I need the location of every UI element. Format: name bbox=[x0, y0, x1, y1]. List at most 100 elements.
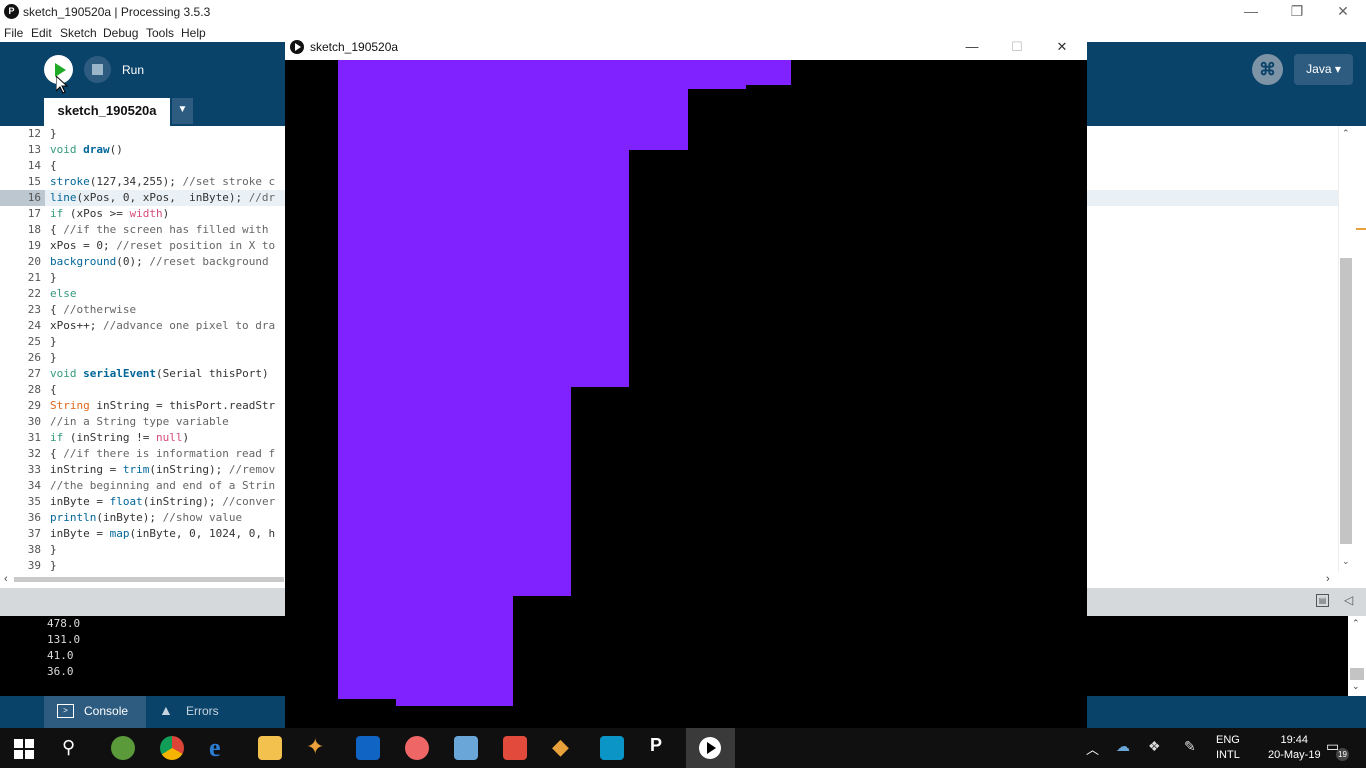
clock-date: 20-May-19 bbox=[1268, 749, 1321, 761]
sketch-title: sketch_190520a bbox=[310, 40, 399, 54]
code-line: inByte = map(inByte, 0, 1024, 0, h bbox=[50, 527, 276, 540]
console-line: 478.0 bbox=[47, 617, 81, 630]
code-line: //in a String type variable bbox=[50, 415, 229, 428]
outlook-icon[interactable] bbox=[356, 736, 380, 760]
line-number: 27 bbox=[27, 367, 41, 380]
menu-tools[interactable]: Tools bbox=[146, 26, 174, 40]
lang-bottom: INTL bbox=[1216, 749, 1240, 761]
line-number: 21 bbox=[27, 271, 41, 284]
scroll-up-icon[interactable]: ⌃ bbox=[1342, 128, 1350, 139]
tab-menu-button[interactable]: ▼ bbox=[172, 98, 193, 124]
lang-top: ENG bbox=[1216, 734, 1240, 746]
menu-help[interactable]: Help bbox=[181, 26, 206, 40]
editor-scroll-thumb[interactable] bbox=[1340, 258, 1352, 544]
code-line: void draw() bbox=[50, 143, 123, 156]
tab-errors-label: Errors bbox=[186, 704, 219, 718]
processing-taskbar-icon[interactable]: P bbox=[650, 735, 662, 756]
tab-sketch[interactable]: sketch_190520a bbox=[44, 98, 170, 126]
windows-start-icon[interactable] bbox=[14, 739, 34, 759]
line-number: 28 bbox=[27, 383, 41, 396]
line-number: 12 bbox=[27, 127, 41, 140]
code-line: stroke(127,34,255); //set stroke c bbox=[50, 175, 276, 188]
close-button[interactable]: ✕ bbox=[1320, 0, 1366, 24]
code-line: } bbox=[50, 335, 57, 348]
mode-selector[interactable]: Java ▾ bbox=[1294, 54, 1353, 85]
line-number: 30 bbox=[27, 415, 41, 428]
processing-logo-icon: P bbox=[4, 4, 19, 19]
console-scroll-down-icon[interactable]: ⌄ bbox=[1352, 681, 1360, 692]
restore-button[interactable]: ❐ bbox=[1274, 0, 1320, 24]
line-number: 20 bbox=[27, 255, 41, 268]
editor-hscroll-thumb[interactable] bbox=[14, 577, 284, 582]
code-line: } bbox=[50, 543, 57, 556]
app-bird-icon[interactable]: ✦ bbox=[306, 734, 324, 760]
code-line: } bbox=[50, 351, 57, 364]
sketch-run-taskbar-play bbox=[707, 742, 716, 754]
sketch-maximize-button[interactable]: ☐ bbox=[995, 36, 1039, 60]
clock[interactable]: 19:44 20-May-19 bbox=[1268, 733, 1321, 763]
play-icon bbox=[55, 63, 66, 77]
scroll-down-icon[interactable]: ⌄ bbox=[1342, 556, 1350, 567]
stop-button[interactable] bbox=[84, 56, 111, 83]
menu-debug[interactable]: Debug bbox=[103, 26, 138, 40]
app-globe-icon[interactable] bbox=[111, 736, 135, 760]
console-line: 131.0 bbox=[47, 633, 81, 646]
plotted-signal-area bbox=[338, 60, 791, 706]
minimize-button[interactable]: — bbox=[1228, 0, 1274, 24]
error-marker bbox=[1356, 228, 1366, 230]
dropbox-icon[interactable]: ❖ bbox=[1148, 738, 1161, 755]
search-icon[interactable]: ⚲ bbox=[62, 737, 75, 758]
code-line: line(xPos, 0, xPos, inByte); //dr bbox=[50, 191, 276, 204]
collapse-console-icon[interactable]: ◁ bbox=[1344, 593, 1353, 607]
code-line: { //otherwise bbox=[50, 303, 137, 316]
console-scroll-up-icon[interactable]: ⌃ bbox=[1352, 618, 1360, 629]
menu-edit[interactable]: Edit bbox=[31, 26, 52, 40]
line-number: 32 bbox=[27, 447, 41, 460]
debug-button[interactable]: ⌘ bbox=[1252, 54, 1283, 85]
code-line: String inString = thisPort.readStr bbox=[50, 399, 276, 412]
code-line: else bbox=[50, 287, 77, 300]
notifications-count: 19 bbox=[1336, 748, 1349, 761]
menu-file[interactable]: File bbox=[4, 26, 23, 40]
chrome-icon[interactable] bbox=[160, 736, 184, 760]
app-tools-icon[interactable]: ◆ bbox=[552, 734, 569, 760]
app-chat-icon[interactable] bbox=[405, 736, 429, 760]
code-line: { //if the screen has filled with bbox=[50, 223, 269, 236]
sketch-canvas[interactable] bbox=[286, 60, 1086, 728]
network-icon[interactable]: ☁ bbox=[1116, 738, 1130, 755]
photos-icon[interactable] bbox=[454, 736, 478, 760]
line-number: 23 bbox=[27, 303, 41, 316]
show-hidden-icons-icon[interactable]: ︿ bbox=[1086, 739, 1099, 758]
line-number: 36 bbox=[27, 511, 41, 524]
input-language[interactable]: ENG INTL bbox=[1216, 733, 1240, 763]
code-line: { //if there is information read f bbox=[50, 447, 276, 460]
line-number: 16 bbox=[27, 191, 41, 204]
scroll-left-icon[interactable]: ‹ bbox=[4, 573, 8, 585]
arduino-icon[interactable] bbox=[600, 736, 624, 760]
code-line: //the beginning and end of a Strin bbox=[50, 479, 276, 492]
copy-console-icon[interactable]: ▤ bbox=[1316, 594, 1329, 607]
code-line: { bbox=[50, 383, 57, 396]
code-line: { bbox=[50, 159, 57, 172]
menu-sketch[interactable]: Sketch bbox=[60, 26, 97, 40]
line-number: 34 bbox=[27, 479, 41, 492]
sketch-close-button[interactable]: ✕ bbox=[1040, 36, 1084, 60]
pdf-reader-icon[interactable] bbox=[503, 736, 527, 760]
scroll-right-icon[interactable]: › bbox=[1326, 573, 1330, 585]
line-number: 22 bbox=[27, 287, 41, 300]
code-line: background(0); //reset background bbox=[50, 255, 269, 268]
edge-icon[interactable]: e bbox=[209, 733, 221, 763]
console-line: 36.0 bbox=[47, 665, 74, 678]
console-scroll-thumb[interactable] bbox=[1350, 668, 1364, 680]
pen-icon[interactable]: ✎ bbox=[1184, 738, 1196, 755]
file-explorer-icon[interactable] bbox=[258, 736, 282, 760]
console-icon: > bbox=[57, 704, 74, 718]
code-line: if (inString != null) bbox=[50, 431, 190, 444]
line-number: 19 bbox=[27, 239, 41, 252]
line-number: 14 bbox=[27, 159, 41, 172]
line-number: 25 bbox=[27, 335, 41, 348]
line-number: 15 bbox=[27, 175, 41, 188]
sketch-minimize-button[interactable]: — bbox=[950, 36, 994, 60]
line-number: 37 bbox=[27, 527, 41, 540]
line-number: 13 bbox=[27, 143, 41, 156]
